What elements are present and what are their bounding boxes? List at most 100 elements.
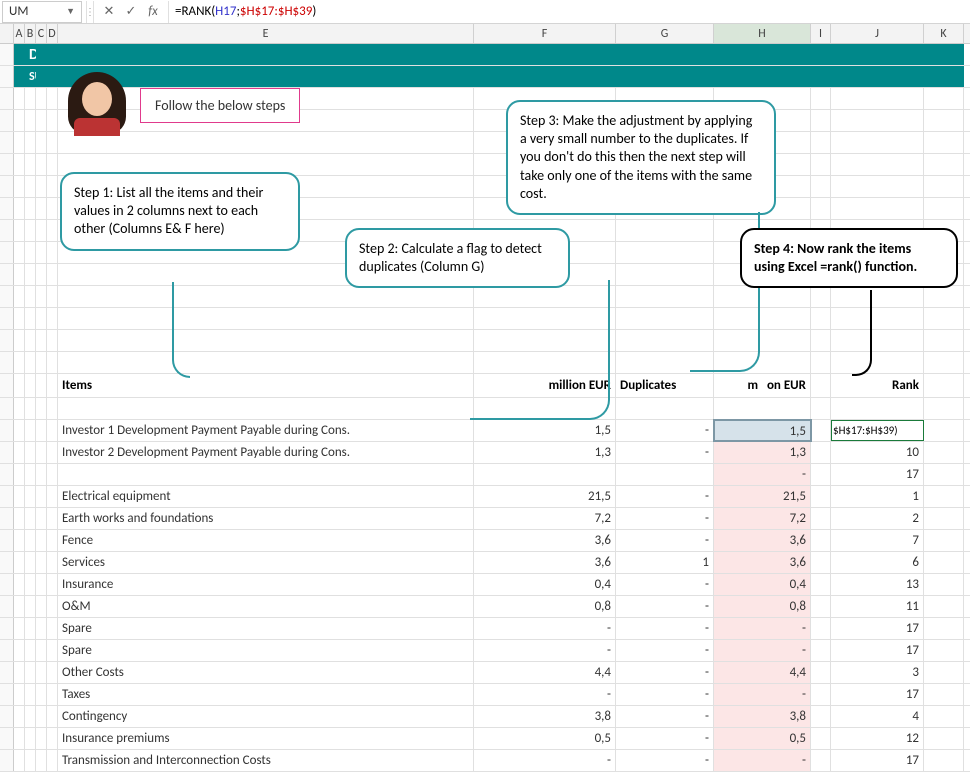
cell-million-eur[interactable]: 3,6 [474,552,616,573]
col-header-K[interactable]: K [924,24,964,43]
active-cell[interactable]: 1,5 [714,420,811,441]
cell-rank[interactable]: $H$17:$H$39) [831,420,924,441]
col-header-H[interactable]: H [714,24,811,43]
cell-duplicates[interactable]: - [616,684,714,705]
cell-item[interactable] [58,464,474,485]
col-header-I[interactable]: I [811,24,831,43]
cell-million-eur[interactable]: 3,8 [474,706,616,727]
cell-rank[interactable]: 12 [831,728,924,749]
cell-item[interactable]: Insurance [58,574,474,595]
cell-rank[interactable]: 17 [831,750,924,771]
cell-million-eur[interactable]: 21,5 [474,486,616,507]
cell-rank[interactable]: 11 [831,596,924,617]
cell-million-eur[interactable] [474,464,616,485]
cell-rank[interactable]: 17 [831,684,924,705]
cell-duplicates[interactable]: - [616,442,714,463]
cell-duplicates[interactable] [616,464,714,485]
cell-duplicates[interactable]: - [616,486,714,507]
cell-h-value[interactable]: - [714,464,811,485]
cell-duplicates[interactable]: - [616,706,714,727]
cell-million-eur[interactable]: 0,4 [474,574,616,595]
cell-item[interactable]: Spare [58,640,474,661]
cell-million-eur[interactable]: - [474,750,616,771]
cell-h-value[interactable]: 4,4 [714,662,811,683]
cell-duplicates[interactable]: - [616,574,714,595]
cell-duplicates[interactable]: - [616,662,714,683]
cancel-formula-button[interactable]: ✕ [98,1,120,23]
cell-item[interactable]: Transmission and Interconnection Costs [58,750,474,771]
cell-rank[interactable]: 10 [831,442,924,463]
cell-h-value[interactable]: - [714,618,811,639]
cell-item[interactable]: Other Costs [58,662,474,683]
cell-item[interactable]: Earth works and foundations [58,508,474,529]
enter-formula-button[interactable]: ✓ [120,1,142,23]
cell-h-value[interactable]: - [714,684,811,705]
cell-duplicates[interactable]: 1 [616,552,714,573]
cell-h-value[interactable]: - [714,640,811,661]
cell-million-eur[interactable]: 3,6 [474,530,616,551]
col-header-C[interactable]: C [36,24,47,43]
cell-item[interactable]: Investor 2 Development Payment Payable d… [58,442,474,463]
col-header-J[interactable]: J [831,24,924,43]
formula-input[interactable]: =RANK(H17;$H$17:$H$39) [168,1,970,23]
cell-rank[interactable]: 6 [831,552,924,573]
cell-rank[interactable]: 1 [831,486,924,507]
chevron-down-icon[interactable]: ▼ [66,6,75,17]
cell-million-eur[interactable]: - [474,684,616,705]
cell-rank[interactable]: 17 [831,618,924,639]
col-header-A[interactable]: A [14,24,25,43]
cell-rank[interactable]: 17 [831,464,924,485]
cell-item[interactable]: Contingency [58,706,474,727]
cell-h-value[interactable]: 3,8 [714,706,811,727]
cell-million-eur[interactable]: 0,8 [474,596,616,617]
cell-h-value[interactable]: 0,5 [714,728,811,749]
cell-rank[interactable]: 13 [831,574,924,595]
cell-h-value[interactable]: 0,8 [714,596,811,617]
select-all-corner[interactable] [0,24,14,43]
cell-million-eur[interactable]: 1,3 [474,442,616,463]
cell-item[interactable]: O&M [58,596,474,617]
cell-duplicates[interactable]: - [616,596,714,617]
cell-h-value[interactable]: 1,3 [714,442,811,463]
cell-item[interactable]: Services [58,552,474,573]
col-header-F[interactable]: F [474,24,616,43]
cell-item[interactable]: Investor 1 Development Payment Payable d… [58,420,474,441]
cell-rank[interactable]: 7 [831,530,924,551]
name-box[interactable]: UM ▼ [2,1,82,23]
cell-item[interactable]: Fence [58,530,474,551]
cell-million-eur[interactable]: - [474,618,616,639]
cell-h-value[interactable]: 21,5 [714,486,811,507]
cell-item[interactable]: Electrical equipment [58,486,474,507]
cell-rank[interactable]: 4 [831,706,924,727]
cell-h-value[interactable]: - [714,750,811,771]
row-header[interactable] [0,66,14,87]
cell-duplicates[interactable]: - [616,420,714,441]
insert-function-button[interactable]: fx [142,1,164,23]
cell-h-value[interactable]: 3,6 [714,530,811,551]
cell-million-eur[interactable]: 0,5 [474,728,616,749]
cell-rank[interactable]: 3 [831,662,924,683]
cell-duplicates[interactable]: - [616,508,714,529]
cell-million-eur[interactable]: 7,2 [474,508,616,529]
col-header-E[interactable]: E [58,24,474,43]
col-header-D[interactable]: D [47,24,58,43]
cell-rank[interactable]: 17 [831,640,924,661]
cell-h-value[interactable]: 3,6 [714,552,811,573]
cell-h-value[interactable]: 0,4 [714,574,811,595]
cell-duplicates[interactable]: - [616,530,714,551]
cell-million-eur[interactable]: 1,5 [474,420,616,441]
cell-duplicates[interactable]: - [616,750,714,771]
cell-item[interactable]: Insurance premiums [58,728,474,749]
cell-h-value[interactable]: 7,2 [714,508,811,529]
cell-million-eur[interactable]: - [474,640,616,661]
cell-rank[interactable]: 2 [831,508,924,529]
col-header-B[interactable]: B [25,24,36,43]
cell-duplicates[interactable]: - [616,728,714,749]
cell-item[interactable]: Taxes [58,684,474,705]
cell-million-eur[interactable]: 4,4 [474,662,616,683]
row-header[interactable] [0,44,14,65]
cell-duplicates[interactable]: - [616,640,714,661]
cell-duplicates[interactable]: - [616,618,714,639]
col-header-G[interactable]: G [616,24,714,43]
cell-item[interactable]: Spare [58,618,474,639]
